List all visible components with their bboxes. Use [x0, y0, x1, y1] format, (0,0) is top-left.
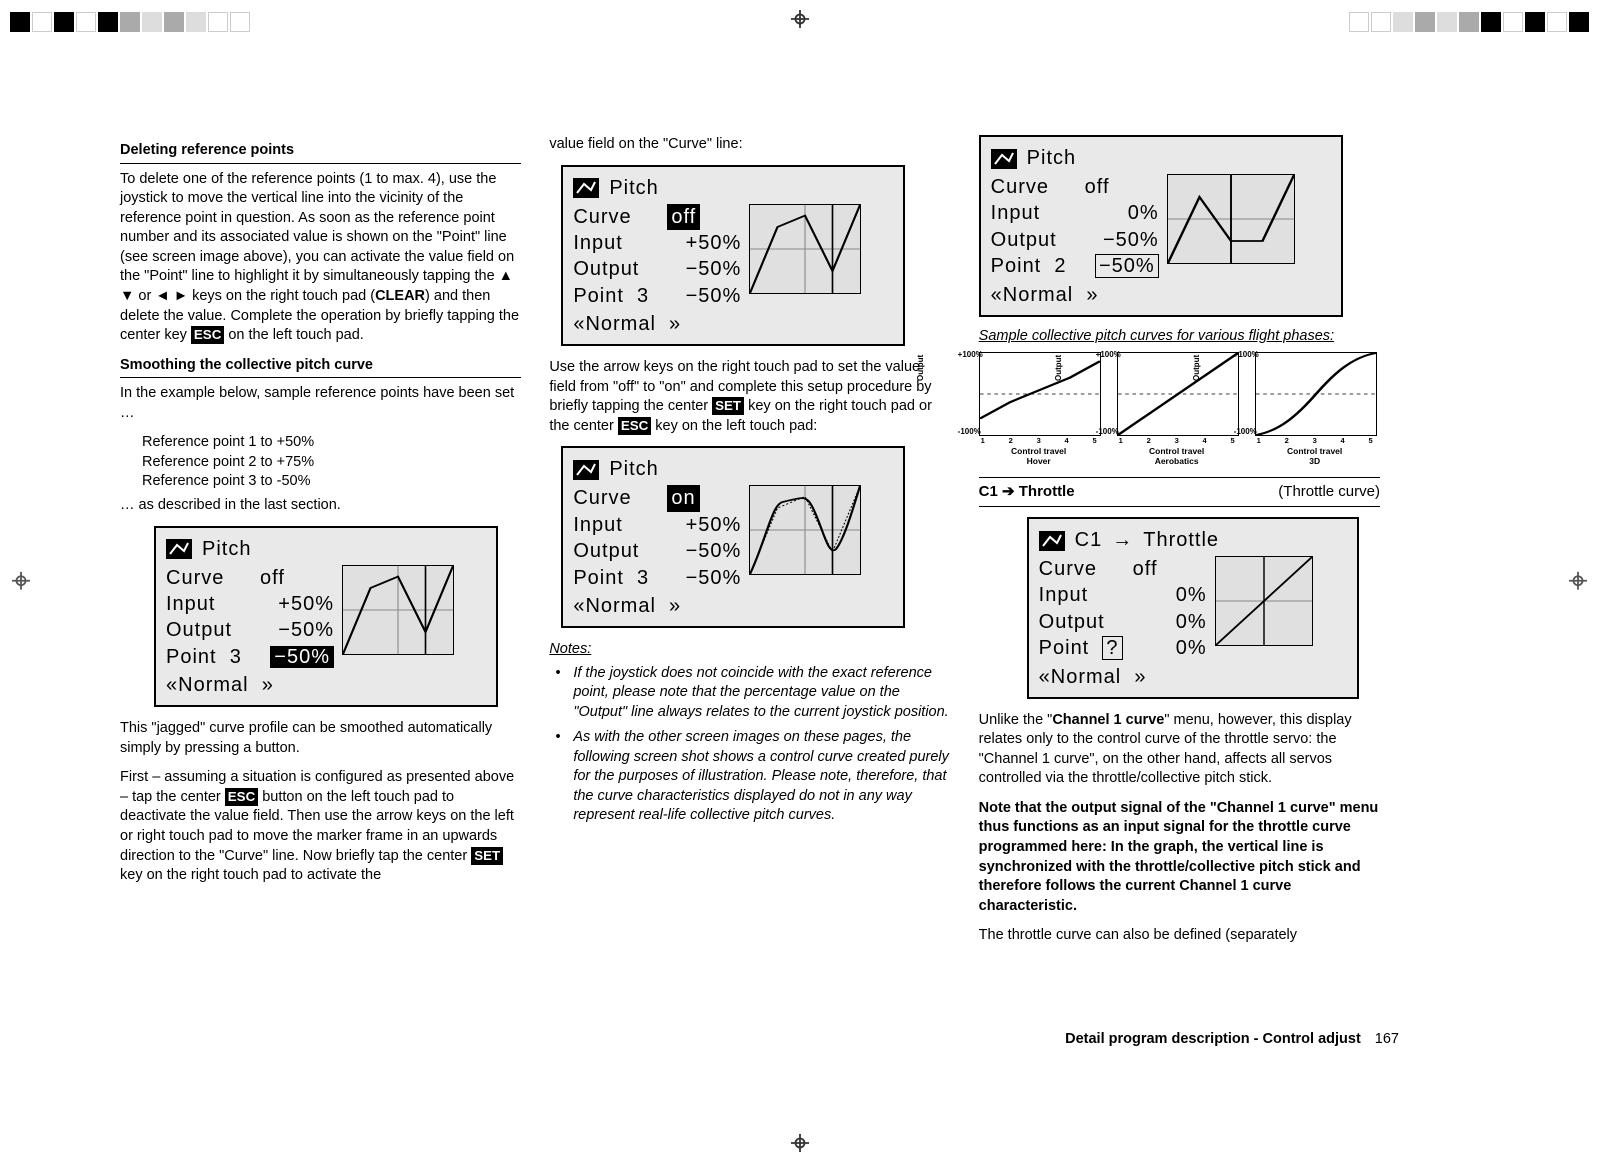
lcd-title: Pitch: [1027, 145, 1076, 172]
registration-marks-top: [10, 10, 1589, 34]
curve-value-highlight: on: [667, 485, 699, 511]
lcd-title-b: Throttle: [1143, 527, 1219, 554]
heading-smoothing: Smoothing the collective pitch curve: [120, 356, 521, 379]
para-throttle-also: The throttle curve can also be defined (…: [979, 926, 1380, 946]
page-footer: Detail program description - Control adj…: [1065, 1030, 1399, 1050]
registration-marks-bottom: [10, 1134, 1589, 1158]
esc-key-label: ESC: [191, 326, 224, 344]
esc-key-label: ESC: [618, 417, 651, 435]
curve-icon: [573, 178, 599, 198]
notes-list: If the joystick does not coincide with t…: [553, 664, 950, 827]
chevron-right-icon: »: [262, 674, 274, 696]
crosshair-icon: [791, 10, 809, 34]
para-value-field: value field on the "Curve" line:: [549, 135, 950, 155]
curve-value-highlight: off: [667, 204, 700, 230]
para-smoothing-intro: In the example below, sample reference p…: [120, 384, 521, 423]
column-1: Deleting reference points To delete one …: [120, 135, 521, 946]
para-use-arrows: Use the arrow keys on the right touch pa…: [549, 358, 950, 436]
column-3: Pitch Curveoff Input0% Output−50% Point …: [979, 135, 1380, 946]
curve-icon: [573, 460, 599, 480]
lcd-graph: [749, 485, 861, 575]
arrow-right-icon: ➔: [1002, 483, 1015, 500]
note-item: As with the other screen images on these…: [553, 728, 950, 826]
para-unlike: Unlike the "Channel 1 curve" menu, howev…: [979, 711, 1380, 789]
lcd-graph: [1167, 174, 1295, 264]
arrow-right-icon: →: [1112, 527, 1133, 554]
arrow-right-icon: ►: [174, 288, 188, 304]
c1-throttle-row: C1 ➔ Throttle (Throttle curve): [979, 477, 1380, 507]
heading-deleting: Deleting reference points: [120, 141, 521, 164]
content-columns: Deleting reference points To delete one …: [120, 135, 1380, 946]
lcd-title: C1: [1075, 527, 1103, 554]
set-key-label: SET: [471, 847, 503, 865]
lcd-c1-throttle: C1→Throttle Curveoff Input0% Output0% Po…: [1027, 517, 1359, 699]
curve-icon: [991, 149, 1017, 169]
mini-chart-3d: +100% -100% Output 12345 Control travel3…: [1255, 352, 1375, 467]
clear-label: CLEAR: [375, 288, 425, 304]
ref-point-1: Reference point 1 to +50%: [142, 433, 521, 453]
lcd-title: Pitch: [202, 536, 251, 563]
mini-chart-hover: +100% -100% Output 12345 Control travelH…: [979, 352, 1099, 467]
point-value-highlight: −50%: [270, 646, 334, 668]
lcd-graph: [342, 565, 454, 655]
chevron-left-icon: «: [991, 284, 1003, 306]
lcd-title: Pitch: [609, 175, 658, 202]
chevron-left-icon: «: [573, 313, 585, 335]
notes-heading: Notes:: [549, 640, 950, 660]
page-number: 167: [1375, 1030, 1399, 1050]
crosshair-icon: [1569, 572, 1587, 597]
curve-icon: [1039, 531, 1065, 551]
lcd-title: Pitch: [609, 456, 658, 483]
point-value-box: −50%: [1095, 254, 1159, 278]
curve-icon: [166, 539, 192, 559]
crosshair-icon: [12, 572, 30, 597]
sample-heading: Sample collective pitch curves for vario…: [979, 327, 1380, 347]
ref-point-3: Reference point 3 to -50%: [142, 472, 521, 492]
para-jagged: This "jagged" curve profile can be smoot…: [120, 719, 521, 758]
arrow-down-icon: ▼: [120, 288, 134, 304]
chevron-left-icon: «: [573, 595, 585, 617]
lcd-pitch-2: Pitch Curveoff Input+50% Output−50% Poin…: [561, 165, 905, 347]
chevron-left-icon: «: [1039, 666, 1051, 688]
lcd-pitch-1: Pitch Curveoff Input+50% Output−50% Poin…: [154, 526, 498, 708]
lcd-pitch-4: Pitch Curveoff Input0% Output−50% Point …: [979, 135, 1343, 317]
lcd-pitch-3: Pitch Curveon Input+50% Output−50% Point…: [561, 446, 905, 628]
column-2: value field on the "Curve" line: Pitch C…: [549, 135, 950, 946]
set-key-label: SET: [712, 397, 744, 415]
chevron-right-icon: »: [669, 595, 681, 617]
para-note-bold: Note that the output signal of the "Chan…: [979, 799, 1380, 916]
chevron-right-icon: »: [1086, 284, 1098, 306]
page: Deleting reference points To delete one …: [0, 0, 1599, 1168]
para-first-assuming: First – assuming a situation is configur…: [120, 768, 521, 885]
mini-charts: +100% -100% Output 12345 Control travelH…: [979, 352, 1380, 467]
chevron-right-icon: »: [1134, 666, 1146, 688]
footer-text: Detail program description - Control adj…: [1065, 1030, 1361, 1050]
para-as-described: … as described in the last section.: [120, 496, 521, 516]
para-delete-ref: To delete one of the reference points (1…: [120, 170, 521, 346]
arrow-up-icon: ▲: [499, 268, 513, 284]
crosshair-icon: [791, 1134, 809, 1158]
mini-chart-aerobatics: +100% -100% Output 12345 Control travelA…: [1117, 352, 1237, 467]
lcd-graph: [1215, 556, 1313, 646]
ref-point-2: Reference point 2 to +75%: [142, 453, 521, 473]
chevron-left-icon: «: [166, 674, 178, 696]
chevron-right-icon: »: [669, 313, 681, 335]
arrow-left-icon: ◄: [155, 288, 169, 304]
note-item: If the joystick does not coincide with t…: [553, 664, 950, 723]
esc-key-label: ESC: [225, 788, 258, 806]
lcd-graph: [749, 204, 861, 294]
